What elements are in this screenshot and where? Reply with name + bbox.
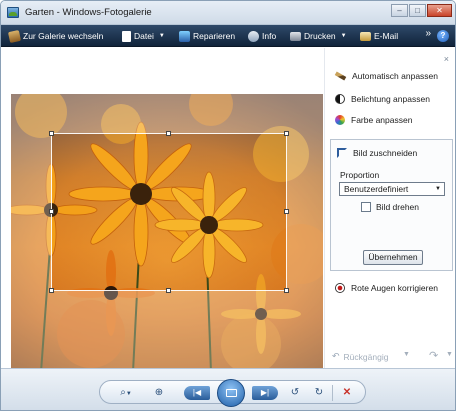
- redo-icon[interactable]: ↷: [429, 349, 438, 362]
- crop-mask-top: [11, 94, 323, 133]
- minimize-button[interactable]: –: [391, 4, 408, 17]
- crop-handle-right[interactable]: [284, 209, 289, 214]
- fix-red-eye-label: Rote Augen korrigieren: [351, 283, 438, 293]
- photo-sunflowers: [11, 94, 323, 372]
- crop-frame[interactable]: [51, 133, 287, 291]
- adjust-exposure-label: Belichtung anpassen: [351, 94, 430, 104]
- window-title: Garten - Windows-Fotogalerie: [25, 7, 152, 18]
- auto-adjust-button[interactable]: Automatisch anpassen: [334, 71, 438, 81]
- undo-dropdown-icon[interactable]: ▼: [403, 351, 410, 358]
- fix-label: Reparieren: [193, 31, 236, 41]
- email-button[interactable]: E-Mail: [360, 25, 398, 47]
- file-menu-button[interactable]: Datei ▼: [122, 25, 165, 47]
- next-icon: ▶|: [260, 388, 270, 397]
- more-commands-icon[interactable]: »: [425, 28, 431, 39]
- undo-button[interactable]: ↶ Rückgängig: [332, 351, 388, 362]
- adjust-color-button[interactable]: Farbe anpassen: [335, 115, 412, 125]
- auto-adjust-label: Automatisch anpassen: [352, 71, 438, 81]
- proportion-select[interactable]: Benutzerdefiniert ▼: [339, 182, 445, 196]
- crop-mask-bottom: [11, 291, 323, 372]
- help-icon[interactable]: ?: [437, 30, 449, 42]
- rotate-left-icon: ↺: [290, 387, 300, 398]
- close-button[interactable]: ✕: [427, 4, 452, 17]
- rotate-frame-button[interactable]: Bild drehen: [361, 202, 419, 212]
- rotate-right-button[interactable]: ↻: [312, 386, 326, 400]
- chevron-down-icon: ▼: [158, 33, 165, 39]
- rotate-frame-icon: [361, 202, 371, 212]
- red-eye-icon: [335, 283, 345, 293]
- actual-size-button[interactable]: ⊕: [152, 386, 166, 400]
- redo-dropdown-icon[interactable]: ▼: [446, 351, 453, 358]
- crop-picture-button[interactable]: Bild zuschneiden: [337, 148, 417, 158]
- email-icon: [360, 31, 371, 41]
- title-bar: Garten - Windows-Fotogalerie – □ ✕: [1, 1, 455, 25]
- printer-icon: [290, 31, 301, 41]
- close-panel-icon[interactable]: ×: [444, 54, 449, 64]
- file-menu-label: Datei: [134, 31, 154, 41]
- proportion-label: Proportion: [340, 170, 380, 180]
- playback-controls: ⌕▼ ⊕ |◀ ▶| ↺ ↻ ✕: [99, 379, 366, 407]
- crop-handle-left[interactable]: [49, 209, 54, 214]
- fix-icon: [179, 30, 190, 42]
- image-viewer: [1, 48, 324, 372]
- crop-handle-top-left[interactable]: [49, 131, 54, 136]
- gallery-icon: [7, 29, 22, 43]
- rotate-right-icon: ↻: [314, 387, 324, 398]
- crop-options-panel: Bild zuschneiden Proportion Benutzerdefi…: [330, 139, 453, 271]
- chevron-down-icon: ▼: [435, 186, 441, 192]
- info-label: Info: [262, 31, 277, 41]
- print-menu-button[interactable]: Drucken ▼: [290, 25, 347, 47]
- zoom-button[interactable]: ⌕▼: [116, 386, 136, 400]
- crop-handle-top[interactable]: [166, 131, 171, 136]
- crop-icon: [337, 148, 347, 158]
- rotate-left-button[interactable]: ↺: [288, 386, 302, 400]
- delete-icon: ✕: [342, 387, 352, 398]
- window-controls: – □ ✕: [391, 4, 452, 17]
- undo-label: Rückgängig: [343, 351, 389, 362]
- fix-button[interactable]: Reparieren: [179, 25, 235, 47]
- chevron-down-icon: ▼: [340, 33, 347, 39]
- previous-button[interactable]: |◀: [184, 386, 210, 400]
- email-label: E-Mail: [374, 31, 399, 41]
- proportion-value: Benutzerdefiniert: [344, 184, 409, 194]
- crop-handle-bottom-right[interactable]: [284, 288, 289, 293]
- previous-icon: |◀: [192, 388, 202, 397]
- crop-handle-bottom[interactable]: [166, 288, 171, 293]
- color-wheel-icon: [335, 115, 345, 125]
- photo-gallery-app-icon: [7, 7, 19, 18]
- crop-mask-left: [11, 133, 51, 291]
- crop-picture-label: Bild zuschneiden: [353, 148, 418, 158]
- navigation-bar: ⌕▼ ⊕ |◀ ▶| ↺ ↻ ✕: [1, 368, 455, 410]
- magic-wand-icon: [334, 71, 347, 81]
- photo-gallery-window: Garten - Windows-Fotogalerie – □ ✕ Zur G…: [0, 0, 456, 411]
- info-button[interactable]: Info: [248, 25, 276, 47]
- slideshow-button[interactable]: [217, 379, 245, 407]
- chevron-down-icon: ▼: [125, 391, 132, 397]
- crop-handle-top-right[interactable]: [284, 131, 289, 136]
- delete-button[interactable]: ✕: [340, 386, 354, 400]
- crop-mask-right: [287, 133, 323, 291]
- info-icon: [248, 30, 259, 42]
- crop-handle-bottom-left[interactable]: [49, 288, 54, 293]
- print-menu-label: Drucken: [304, 31, 336, 41]
- adjust-color-label: Farbe anpassen: [351, 115, 413, 125]
- undo-icon: ↶: [332, 351, 340, 361]
- actual-size-icon: ⊕: [154, 387, 164, 398]
- exposure-icon: [335, 94, 345, 104]
- file-icon: [122, 30, 131, 42]
- go-to-gallery-button[interactable]: Zur Galerie wechseln: [7, 25, 104, 47]
- main-toolbar: Zur Galerie wechseln Datei ▼ Reparieren …: [1, 25, 455, 47]
- toolbar-divider: [332, 385, 333, 401]
- fix-panel: × Automatisch anpassen Belichtung anpass…: [324, 48, 455, 368]
- maximize-button[interactable]: □: [409, 4, 426, 17]
- rotate-frame-label: Bild drehen: [376, 202, 420, 212]
- go-to-gallery-label: Zur Galerie wechseln: [23, 31, 104, 41]
- next-button[interactable]: ▶|: [252, 386, 278, 400]
- apply-crop-button[interactable]: Übernehmen: [363, 250, 423, 265]
- fix-red-eye-button[interactable]: Rote Augen korrigieren: [335, 283, 438, 293]
- adjust-exposure-button[interactable]: Belichtung anpassen: [335, 94, 430, 104]
- slideshow-icon: [226, 389, 237, 397]
